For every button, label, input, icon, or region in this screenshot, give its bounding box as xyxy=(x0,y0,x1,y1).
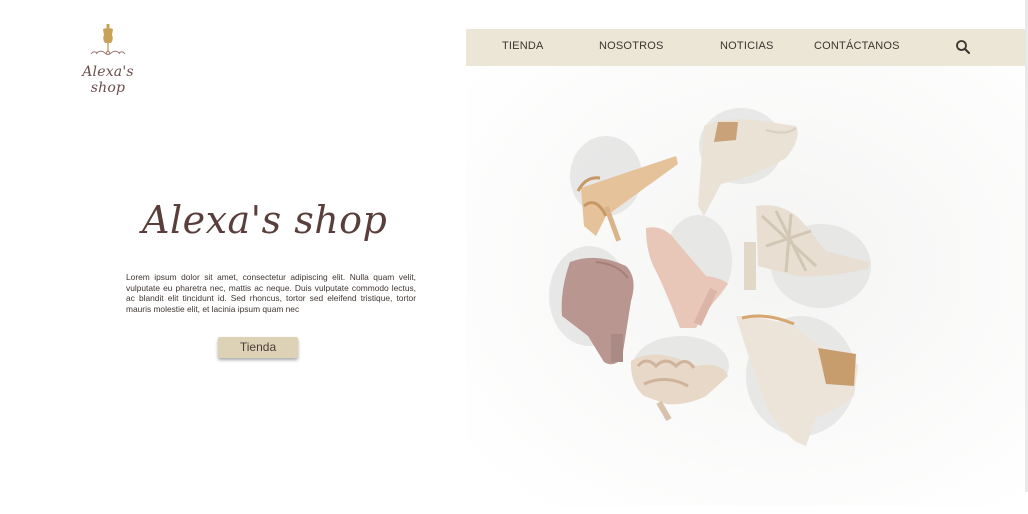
nav-item-contactanos[interactable]: CONTÁCTANOS xyxy=(814,29,900,66)
shoes-flatlay-image xyxy=(466,66,1025,506)
shoes-illustration xyxy=(466,66,1025,506)
hero-description: Lorem ipsum dolor sit amet, consectetur … xyxy=(126,272,416,314)
shop-button[interactable]: Tienda xyxy=(218,337,298,358)
search-icon[interactable] xyxy=(955,39,971,55)
nav-item-tienda[interactable]: TIENDA xyxy=(502,29,544,66)
nav-item-nosotros[interactable]: NOSOTROS xyxy=(599,29,664,66)
brand-logo[interactable]: Alexa's shop xyxy=(66,22,150,96)
hero-title: Alexa's shop xyxy=(142,198,388,242)
nav-item-noticias[interactable]: NOTICIAS xyxy=(720,29,774,66)
logo-text: Alexa's shop xyxy=(82,64,134,96)
dress-form-icon xyxy=(90,24,126,56)
main-nav: TIENDA NOSOTROS NOTICIAS CONTÁCTANOS xyxy=(466,29,1025,66)
